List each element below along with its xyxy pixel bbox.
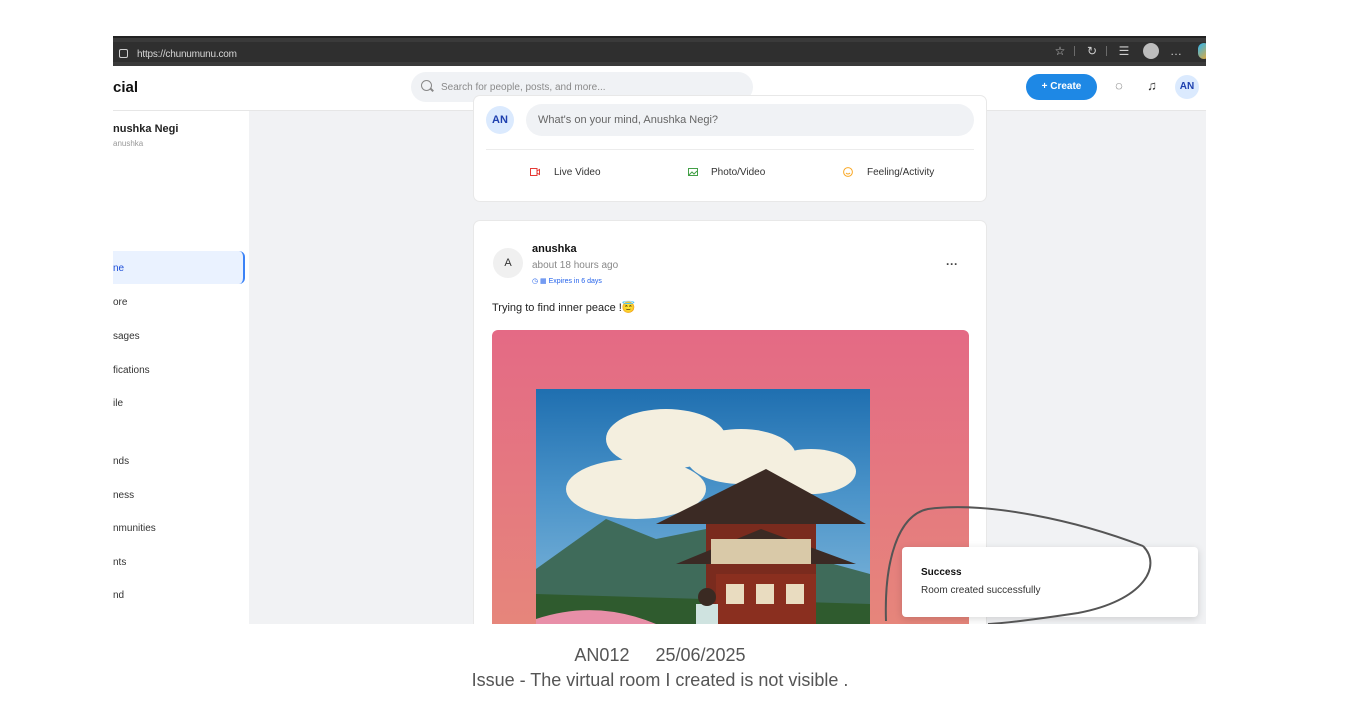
search-icon xyxy=(421,80,432,91)
more-icon[interactable]: … xyxy=(1169,44,1183,58)
post-more-options-button[interactable]: ··· xyxy=(946,257,958,271)
composer-avatar: AN xyxy=(486,106,514,134)
feeling-emoji-icon xyxy=(843,167,853,177)
sidebar-item-saved[interactable]: nd xyxy=(113,590,124,601)
sidebar-item-home[interactable]: ne xyxy=(113,251,245,284)
post-expiry: ◷ ▦ Expires in 6 days xyxy=(532,277,602,285)
toolbar-separator xyxy=(1074,46,1075,56)
divider xyxy=(486,149,974,150)
sidebar-item-messages[interactable]: sages xyxy=(113,331,140,342)
sidebar-user-name[interactable]: nushka Negi xyxy=(113,123,178,135)
favorite-star-icon[interactable]: ☆ xyxy=(1053,44,1067,58)
photo-video-icon xyxy=(688,168,698,176)
toolbar-separator xyxy=(1106,46,1107,56)
ticket-id: AN012 xyxy=(574,645,630,665)
app-logo[interactable]: cial xyxy=(113,79,138,96)
photo-video-button[interactable]: Photo/Video xyxy=(711,167,765,178)
messages-icon[interactable]: ◌ xyxy=(1111,78,1127,94)
composer-placeholder: What's on your mind, Anushka Negi? xyxy=(538,114,719,126)
sidebar-item-wellness[interactable]: ness xyxy=(113,490,134,501)
post-composer: AN What's on your mind, Anushka Negi? Li… xyxy=(474,96,986,201)
favorites-icon[interactable]: ☰ xyxy=(1117,44,1131,58)
sidebar-item-explore[interactable]: ore xyxy=(113,297,127,308)
post-expiry-text: Expires in 6 days xyxy=(548,278,602,285)
ticket-caption: AN012 25/06/2025 xyxy=(0,645,1320,666)
sidebar-item-communities[interactable]: nmunities xyxy=(113,523,156,534)
refresh-icon[interactable]: ↻ xyxy=(1085,44,1099,58)
sidebar-item-profile[interactable]: ile xyxy=(113,398,123,409)
annotation-circle xyxy=(884,506,1152,624)
post-timestamp: about 18 hours ago xyxy=(532,260,619,271)
post-emoji: 😇 xyxy=(621,302,636,314)
issue-caption: Issue - The virtual room I created is no… xyxy=(471,670,849,690)
post-avatar[interactable]: A xyxy=(493,248,523,278)
sidebar-item-label: ne xyxy=(113,263,125,274)
create-button[interactable]: + Create xyxy=(1026,74,1097,100)
copilot-icon[interactable] xyxy=(1198,43,1206,59)
sidebar-item-notifications[interactable]: fications xyxy=(113,365,150,376)
clock-icon: ◷ ▦ xyxy=(532,278,549,285)
composer-input[interactable]: What's on your mind, Anushka Negi? xyxy=(526,104,974,136)
notifications-bell-icon[interactable]: ♫ xyxy=(1144,78,1160,94)
post-author[interactable]: anushka xyxy=(532,243,577,255)
site-info-icon[interactable] xyxy=(119,49,128,58)
feeling-activity-button[interactable]: Feeling/Activity xyxy=(867,167,934,178)
temple-illustration xyxy=(536,469,870,624)
ticket-date: 25/06/2025 xyxy=(655,645,746,665)
browser-profile-icon[interactable] xyxy=(1143,43,1159,59)
live-video-button[interactable]: Live Video xyxy=(554,167,601,178)
search-placeholder: Search for people, posts, and more... xyxy=(441,82,606,93)
address-bar[interactable]: https://chunumunu.com xyxy=(113,42,1206,62)
temple-photo xyxy=(536,389,870,624)
url-text: https://chunumunu.com xyxy=(137,49,237,60)
post-text-content: Trying to find inner peace ! xyxy=(492,302,622,314)
avatar[interactable]: AN xyxy=(1175,75,1199,99)
sidebar: nushka Negi anushka ne ore sages ficatio… xyxy=(113,111,249,624)
live-video-icon xyxy=(530,168,540,176)
sidebar-item-events[interactable]: nts xyxy=(113,557,126,568)
post-text: Trying to find inner peace !😇 xyxy=(492,301,636,314)
screenshot: https://chunumunu.com ☆ ↻ ☰ … cial Searc… xyxy=(113,36,1206,624)
sidebar-item-friends[interactable]: nds xyxy=(113,456,129,467)
browser-toolbar: https://chunumunu.com ☆ ↻ ☰ … xyxy=(113,36,1206,66)
sidebar-user-handle: anushka xyxy=(113,139,144,148)
